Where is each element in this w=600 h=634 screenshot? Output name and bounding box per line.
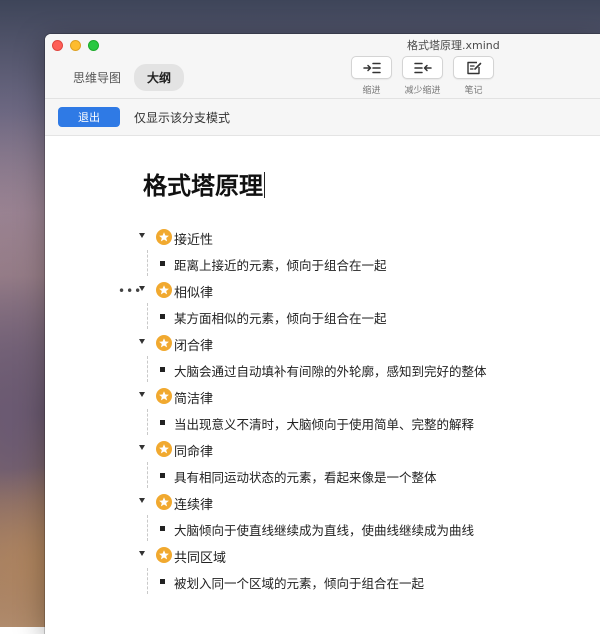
topic-row[interactable]: 闭合律 (45, 334, 600, 354)
collapse-triangle-icon[interactable] (139, 339, 145, 344)
bullet-icon (160, 261, 165, 266)
title-bar: 格式塔原理.xmind 思维导图 大纲 缩进 (45, 34, 600, 99)
branch-mode-bar: 退出 仅显示该分支模式 (45, 99, 600, 136)
topic-group: ••• 相似律 某方面相似的元素，倾向于组合在一起 (45, 281, 600, 334)
collapse-triangle-icon[interactable] (139, 551, 145, 556)
window-title: 格式塔原理.xmind (407, 37, 500, 53)
bullet-icon (160, 420, 165, 425)
subtopic-label: 大脑会通过自动填补有间隙的外轮廓，感知到完好的整体 (174, 361, 487, 380)
branch-mode-text: 仅显示该分支模式 (134, 109, 230, 126)
topic-group: 闭合律 大脑会通过自动填补有间隙的外轮廓，感知到完好的整体 (45, 334, 600, 387)
indent-icon (363, 62, 381, 74)
subtopic-label: 具有相同运动状态的元素，看起来像是一个整体 (174, 467, 437, 486)
star-icon (156, 335, 172, 351)
indent-label: 缩进 (362, 83, 380, 96)
note-edit-icon (466, 61, 482, 75)
topic-row[interactable]: 简洁律 (45, 387, 600, 407)
star-icon (156, 441, 172, 457)
topic-group: 连续律 大脑倾向于使直线继续成为直线，使曲线继续成为曲线 (45, 493, 600, 546)
subtopic-row[interactable]: 被划入同一个区域的元素，倾向于组合在一起 (45, 573, 600, 593)
outdent-icon (414, 62, 432, 74)
subtopic-row[interactable]: 大脑会通过自动填补有间隙的外轮廓，感知到完好的整体 (45, 361, 600, 381)
app-window: 格式塔原理.xmind 思维导图 大纲 缩进 (45, 34, 600, 634)
indent-tool: 缩进 (351, 56, 392, 96)
collapse-triangle-icon[interactable] (139, 498, 145, 503)
view-switcher: 思维导图 大纲 (60, 64, 184, 91)
star-icon (156, 547, 172, 563)
topic-label: 共同区域 (174, 547, 226, 566)
topic-row[interactable]: 接近性 (45, 228, 600, 248)
toolbar: 缩进 减少缩进 笔记 (351, 56, 494, 96)
tab-mind-map[interactable]: 思维导图 (60, 64, 134, 91)
zoom-window-button[interactable] (88, 40, 99, 51)
collapse-triangle-icon[interactable] (139, 445, 145, 450)
text-caret (264, 172, 265, 198)
subtopic-label: 大脑倾向于使直线继续成为直线，使曲线继续成为曲线 (174, 520, 474, 539)
subtopic-row[interactable]: 当出现意义不清时，大脑倾向于使用简单、完整的解释 (45, 414, 600, 434)
bullet-icon (160, 314, 165, 319)
notes-label: 笔记 (464, 83, 482, 96)
star-icon (156, 229, 172, 245)
subtopic-row[interactable]: 大脑倾向于使直线继续成为直线，使曲线继续成为曲线 (45, 520, 600, 540)
star-icon (156, 388, 172, 404)
star-icon (156, 282, 172, 298)
notes-tool: 笔记 (453, 56, 494, 96)
close-window-button[interactable] (52, 40, 63, 51)
topic-label: 闭合律 (174, 335, 213, 354)
topic-row[interactable]: 连续律 (45, 493, 600, 513)
topic-row[interactable]: 同命律 (45, 440, 600, 460)
bullet-icon (160, 367, 165, 372)
exit-button[interactable]: 退出 (58, 107, 120, 127)
bullet-icon (160, 579, 165, 584)
document-title[interactable]: 格式塔原理 (143, 166, 265, 201)
subtopic-row[interactable]: 距离上接近的元素，倾向于组合在一起 (45, 255, 600, 275)
subtopic-label: 某方面相似的元素，倾向于组合在一起 (174, 308, 387, 327)
minimize-window-button[interactable] (70, 40, 81, 51)
topic-label: 同命律 (174, 441, 213, 460)
topic-row[interactable]: 共同区域 (45, 546, 600, 566)
topic-group: 同命律 具有相同运动状态的元素，看起来像是一个整体 (45, 440, 600, 493)
star-icon (156, 494, 172, 510)
tab-outline[interactable]: 大纲 (134, 64, 184, 91)
notes-button[interactable] (453, 56, 494, 79)
subtopic-label: 距离上接近的元素，倾向于组合在一起 (174, 255, 387, 274)
outdent-tool: 减少缩进 (402, 56, 443, 96)
indent-button[interactable] (351, 56, 392, 79)
window-controls (52, 40, 99, 51)
collapse-triangle-icon[interactable] (139, 286, 145, 291)
outdent-label: 减少缩进 (404, 83, 440, 96)
outdent-button[interactable] (402, 56, 443, 79)
topic-label: 连续律 (174, 494, 213, 513)
subtopic-row[interactable]: 某方面相似的元素，倾向于组合在一起 (45, 308, 600, 328)
bullet-icon (160, 473, 165, 478)
topic-group: 共同区域 被划入同一个区域的元素，倾向于组合在一起 (45, 546, 600, 599)
collapse-triangle-icon[interactable] (139, 392, 145, 397)
subtopic-row[interactable]: 具有相同运动状态的元素，看起来像是一个整体 (45, 467, 600, 487)
collapse-triangle-icon[interactable] (139, 233, 145, 238)
subtopic-label: 被划入同一个区域的元素，倾向于组合在一起 (174, 573, 424, 592)
topic-group: 简洁律 当出现意义不清时，大脑倾向于使用简单、完整的解释 (45, 387, 600, 440)
outline-list: 接近性 距离上接近的元素，倾向于组合在一起 ••• 相似律 (45, 228, 600, 599)
topic-label: 简洁律 (174, 388, 213, 407)
topic-label: 相似律 (174, 282, 213, 301)
document-title-text: 格式塔原理 (143, 172, 263, 200)
subtopic-label: 当出现意义不清时，大脑倾向于使用简单、完整的解释 (174, 414, 474, 433)
topic-row[interactable]: ••• 相似律 (45, 281, 600, 301)
topic-group: 接近性 距离上接近的元素，倾向于组合在一起 (45, 228, 600, 281)
topic-label: 接近性 (174, 229, 213, 248)
bullet-icon (160, 526, 165, 531)
